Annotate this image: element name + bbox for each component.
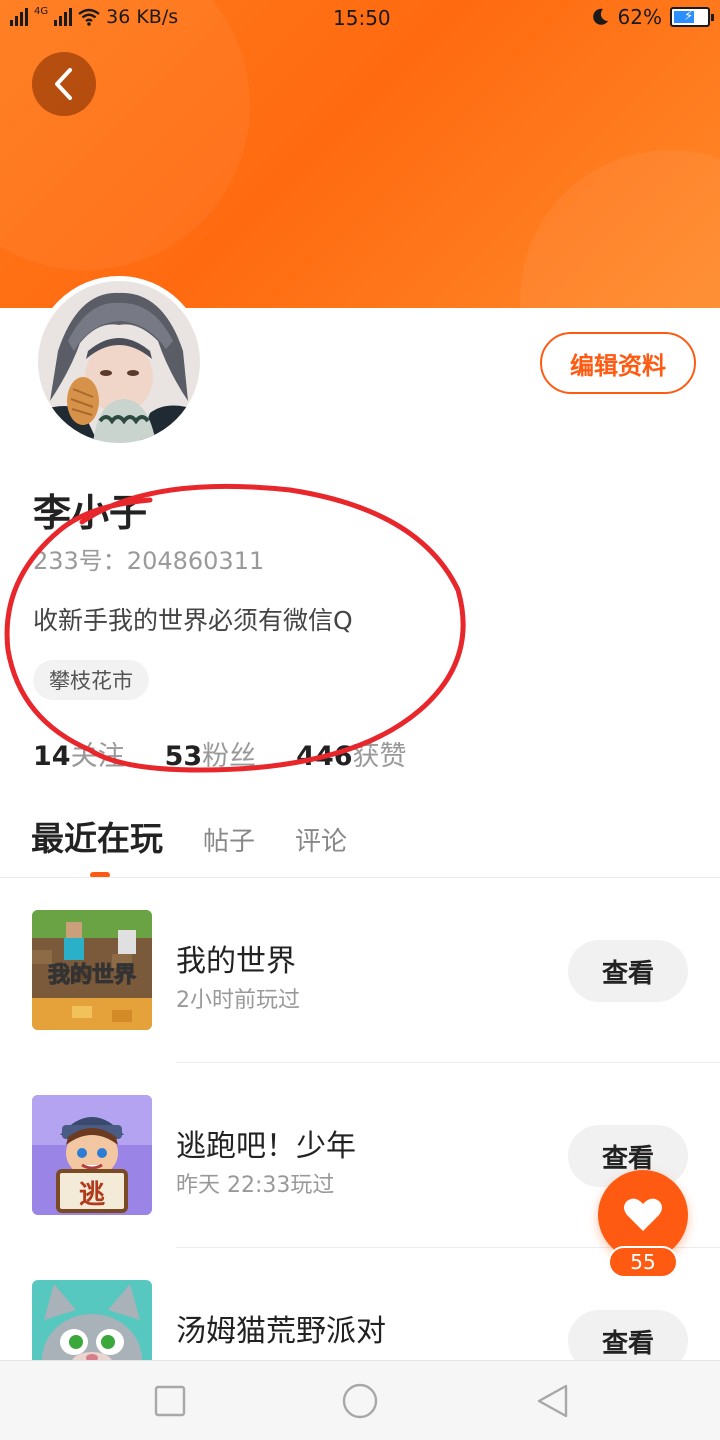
wifi-icon — [78, 8, 100, 26]
banner-decoration — [520, 150, 720, 308]
home-icon[interactable] — [342, 1383, 378, 1419]
stat-number: 446 — [296, 741, 353, 772]
banner-decoration — [0, 0, 250, 270]
stat-following[interactable]: 14关注 — [33, 734, 125, 773]
edit-profile-button[interactable]: 编辑资料 — [540, 332, 696, 394]
game-icon-escape: 逃 — [32, 1095, 152, 1215]
profile-uid: 233号：204860311 — [33, 547, 265, 575]
tab-recently-played[interactable]: 最近在玩 — [31, 812, 163, 860]
list-item[interactable]: 我的世界 我的世界 2小时前玩过 查看 — [0, 878, 720, 1063]
game-title: 汤姆猫荒野派对 — [176, 1314, 386, 1349]
game-title: 我的世界 — [176, 944, 296, 979]
network-speed: 36 KB/s — [106, 6, 179, 28]
profile-stats: 14关注 53粉丝 446获赞 — [33, 734, 407, 773]
tab-posts[interactable]: 帖子 — [203, 821, 255, 858]
heart-icon — [624, 1198, 662, 1231]
game-last-played: 昨天 22:33玩过 — [176, 1173, 335, 1198]
back-button[interactable] — [32, 52, 96, 116]
like-count-badge: 55 — [608, 1246, 678, 1278]
avatar[interactable] — [33, 276, 205, 448]
back-nav-icon[interactable] — [534, 1383, 570, 1419]
battery-percent: 62% — [617, 5, 662, 29]
recent-apps-icon[interactable] — [152, 1383, 188, 1419]
signal-icon — [10, 8, 28, 26]
tab-comments[interactable]: 评论 — [295, 821, 347, 858]
signal-icon — [54, 8, 73, 26]
status-right: 62% ⚡ — [590, 5, 714, 29]
game-title: 逃跑吧！少年 — [176, 1129, 356, 1164]
chevron-left-icon — [55, 68, 72, 100]
view-button[interactable]: 查看 — [568, 940, 688, 1002]
profile-name: 李小子 — [33, 491, 148, 535]
location-tag: 攀枝花市 — [33, 660, 149, 700]
profile-tabs: 最近在玩 帖子 评论 — [31, 812, 347, 860]
stat-number: 14 — [33, 741, 71, 772]
game-icon-minecraft: 我的世界 — [32, 910, 152, 1030]
stat-label: 获赞 — [352, 741, 407, 772]
stat-number: 53 — [164, 741, 203, 772]
charging-icon: ⚡ — [684, 9, 694, 24]
network-type: 4G — [34, 5, 49, 17]
stat-likes[interactable]: 446获赞 — [296, 734, 406, 773]
stat-followers[interactable]: 53粉丝 — [165, 734, 257, 773]
stat-label: 关注 — [70, 741, 125, 772]
battery-icon: ⚡ — [670, 7, 714, 27]
avatar-image — [38, 281, 200, 443]
moon-icon — [592, 8, 608, 25]
game-icon-text: 逃 — [79, 1180, 105, 1210]
game-icon-text: 我的世界 — [48, 962, 136, 988]
profile-banner — [0, 0, 720, 308]
system-nav-bar — [0, 1360, 720, 1440]
stat-label: 粉丝 — [202, 741, 257, 772]
status-left: 4G 36 KB/s — [10, 6, 178, 28]
status-time: 15:50 — [333, 6, 391, 30]
status-bar: 4G 36 KB/s 15:50 62% ⚡ — [0, 0, 720, 38]
game-last-played: 2小时前玩过 — [176, 988, 300, 1013]
profile-bio: 收新手我的世界必须有微信Q — [33, 606, 353, 635]
